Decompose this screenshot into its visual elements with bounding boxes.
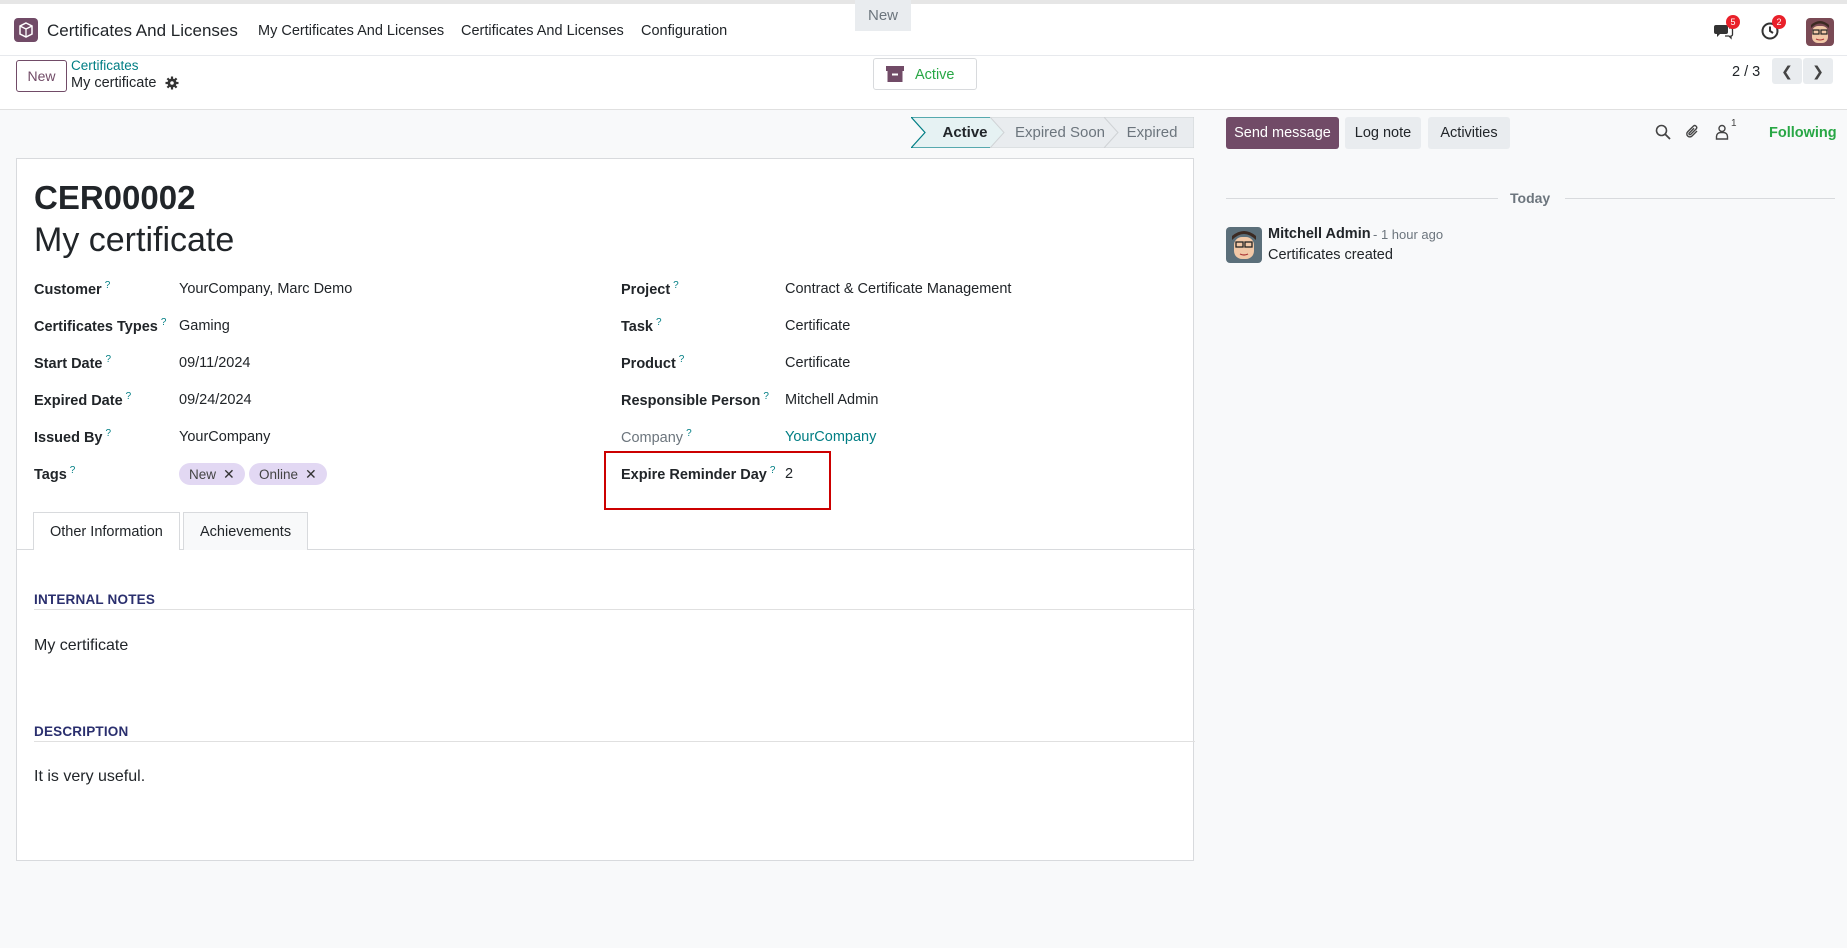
help-icon: ?	[125, 391, 132, 402]
description-field[interactable]: It is very useful.	[34, 768, 145, 786]
help-icon: ?	[69, 465, 76, 476]
issued-by-field[interactable]: YourCompany	[179, 429, 270, 445]
company-label: Company?	[621, 428, 692, 446]
expired-date-field[interactable]: 09/24/2024	[179, 392, 252, 408]
help-icon: ?	[105, 354, 112, 365]
menu-configuration[interactable]: Configuration	[641, 23, 727, 39]
start-date-field[interactable]: 09/11/2024	[179, 355, 251, 371]
tab-achievements[interactable]: Achievements	[183, 512, 309, 550]
notebook-tabs: Other Information Achievements	[17, 512, 1195, 550]
followers-count: 1	[1731, 118, 1737, 129]
certificate-types-field[interactable]: Gaming	[179, 318, 230, 334]
certificate-types-label: Certificates Types?	[34, 317, 167, 335]
messages-count-badge: 5	[1726, 15, 1740, 29]
gear-icon[interactable]	[165, 76, 179, 90]
tag-label: Online	[259, 466, 299, 482]
project-label: Project?	[621, 280, 679, 298]
breadcrumb-parent-link[interactable]: Certificates	[71, 58, 139, 73]
divider	[1565, 198, 1835, 199]
person-icon	[1715, 124, 1729, 140]
messages-button[interactable]: 5	[1714, 15, 1740, 43]
tags-label: Tags?	[34, 465, 76, 483]
control-panel: New Certificates My certificate Active 2…	[0, 56, 1847, 110]
followers-button[interactable]: 1	[1715, 118, 1737, 142]
company-link[interactable]: YourCompany	[785, 429, 876, 445]
search-icon[interactable]	[1655, 124, 1673, 142]
description-title: DESCRIPTION	[34, 724, 129, 739]
log-note-button[interactable]: Log note	[1345, 117, 1421, 149]
internal-notes-field[interactable]: My certificate	[34, 637, 128, 655]
internal-notes-title: INTERNAL NOTES	[34, 592, 156, 607]
product-label: Product?	[621, 354, 685, 372]
top-navbar: Certificates And Licenses My Certificate…	[0, 0, 1847, 56]
menu-my-certificates[interactable]: My Certificates And Licenses	[258, 23, 444, 39]
active-status-label: Active	[915, 67, 955, 83]
record-reference: CER00002	[34, 179, 196, 216]
activities-button[interactable]: 2	[1760, 15, 1786, 43]
help-icon: ?	[655, 317, 662, 328]
activities-count-badge: 2	[1772, 15, 1786, 29]
help-icon: ?	[763, 391, 769, 402]
responsible-person-field[interactable]: Mitchell Admin	[785, 392, 878, 408]
tag-online[interactable]: Online ✕	[249, 463, 327, 485]
product-field[interactable]: Certificate	[785, 355, 850, 371]
new-record-button[interactable]: New	[16, 60, 67, 92]
breadcrumb-current: My certificate	[71, 75, 157, 91]
responsible-person-label: Responsible Person?	[621, 391, 769, 409]
help-icon: ?	[105, 428, 112, 439]
paperclip-icon[interactable]	[1685, 124, 1703, 142]
chevron-left-icon: ❮	[1781, 62, 1793, 79]
pager-value[interactable]: 2 / 3	[1732, 64, 1760, 80]
message-body: Certificates created	[1268, 247, 1393, 263]
following-toggle[interactable]: Following	[1769, 125, 1837, 141]
customer-field[interactable]: YourCompany, Marc Demo	[179, 281, 352, 297]
app-logo-icon[interactable]	[14, 18, 38, 42]
pager-previous-button[interactable]: ❮	[1772, 58, 1802, 84]
divider	[34, 609, 1195, 610]
customer-label: Customer?	[34, 280, 111, 298]
chevron-right-icon: ❯	[1812, 62, 1824, 79]
task-label: Task?	[621, 317, 662, 335]
archive-box-icon	[886, 66, 904, 82]
divider	[34, 741, 1195, 742]
help-icon: ?	[104, 280, 111, 291]
start-date-label: Start Date?	[34, 354, 112, 372]
remove-tag-icon[interactable]: ✕	[305, 466, 317, 483]
highlight-box	[604, 451, 831, 510]
author-avatar[interactable]	[1226, 227, 1262, 263]
record-name-field[interactable]: My certificate	[34, 221, 234, 260]
day-separator: Today	[1510, 190, 1551, 206]
send-message-button[interactable]: Send message	[1226, 117, 1339, 149]
task-field[interactable]: Certificate	[785, 318, 850, 334]
stage-expired[interactable]: Expired	[1116, 117, 1188, 148]
issued-by-label: Issued By?	[34, 428, 112, 446]
pager-next-button[interactable]: ❯	[1803, 58, 1833, 84]
stage-expired-soon[interactable]: Expired Soon	[1004, 117, 1116, 148]
form-sheet: CER00002 My certificate Customer? YourCo…	[16, 158, 1195, 861]
remove-tag-icon[interactable]: ✕	[223, 466, 235, 483]
archive-active-button[interactable]: Active	[873, 58, 977, 90]
tag-label: New	[189, 466, 217, 482]
help-icon: ?	[673, 280, 679, 291]
tab-other-information[interactable]: Other Information	[33, 512, 180, 550]
user-avatar[interactable]	[1806, 18, 1834, 46]
help-icon: ?	[686, 428, 692, 439]
message-author[interactable]: Mitchell Admin	[1268, 226, 1371, 242]
message-time: - 1 hour ago	[1373, 227, 1444, 242]
activities-button[interactable]: Activities	[1428, 117, 1510, 149]
app-title[interactable]: Certificates And Licenses	[47, 21, 238, 41]
help-icon: ?	[678, 354, 685, 365]
help-icon: ?	[160, 317, 167, 328]
menu-certificates[interactable]: Certificates And Licenses	[461, 23, 624, 39]
tag-new[interactable]: New ✕	[179, 463, 245, 485]
expired-date-label: Expired Date?	[34, 391, 132, 409]
stage-new[interactable]: New	[855, 0, 911, 31]
project-field[interactable]: Contract & Certificate Management	[785, 281, 1011, 297]
divider	[1226, 198, 1498, 199]
